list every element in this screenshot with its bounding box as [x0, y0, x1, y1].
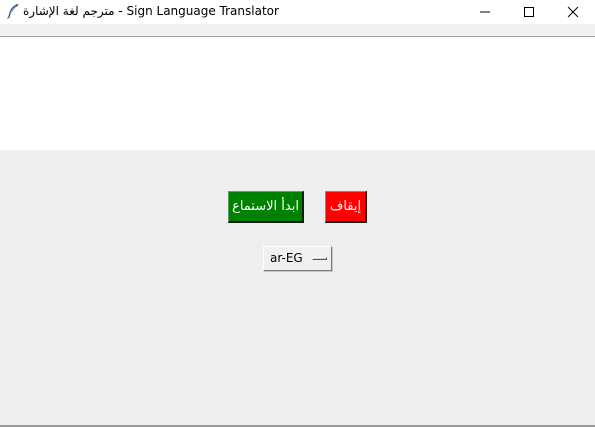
menu-strip [0, 24, 595, 36]
title-bar[interactable]: مترجم لغة الإشارة - Sign Language Transl… [0, 0, 595, 24]
minimize-icon [480, 11, 490, 13]
maximize-icon [524, 7, 534, 17]
start-listening-button[interactable]: ابدأ الاستماع [228, 191, 304, 223]
dropdown-indicator-icon [312, 257, 327, 260]
minimize-button[interactable] [462, 0, 508, 24]
close-button[interactable] [550, 0, 595, 24]
app-window: مترجم لغة الإشارة - Sign Language Transl… [0, 0, 595, 427]
stop-label: إيقاف [329, 199, 362, 214]
stop-button[interactable]: إيقاف [325, 191, 367, 223]
close-icon [567, 6, 579, 18]
maximize-button[interactable] [506, 0, 552, 24]
language-select-value: ar-EG [270, 251, 303, 265]
feather-icon [7, 4, 19, 19]
transcript-text-area[interactable] [0, 37, 595, 150]
language-select[interactable]: ar-EG [263, 246, 332, 271]
window-title: مترجم لغة الإشارة - Sign Language Transl… [23, 4, 279, 18]
start-listening-label: ابدأ الاستماع [232, 199, 299, 214]
